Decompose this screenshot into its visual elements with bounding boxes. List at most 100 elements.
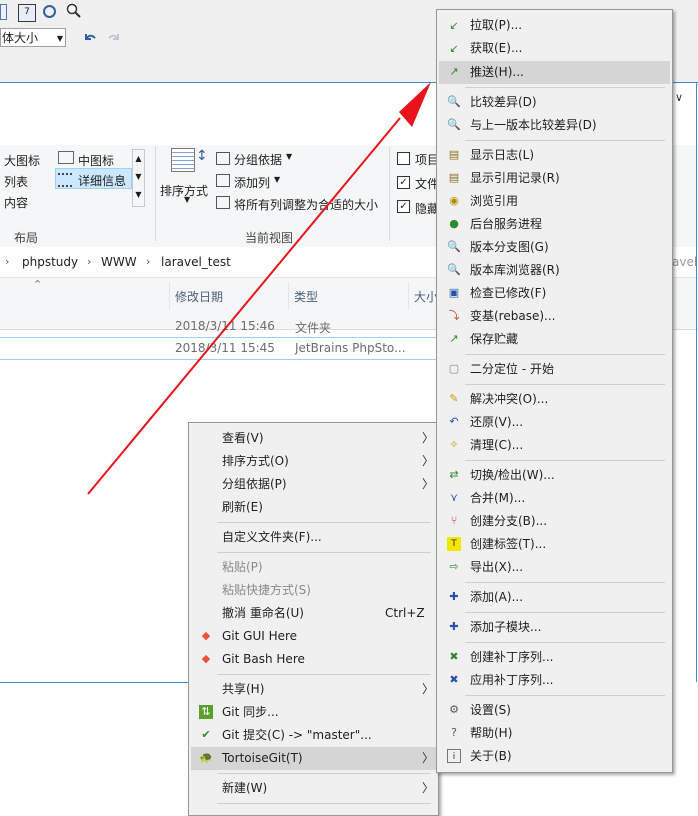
browse-refs-icon: ◉ [449, 194, 459, 207]
menu-item-view[interactable]: 查看(V) [222, 427, 264, 450]
menu-item-check-modifications[interactable]: 检查已修改(F) [470, 282, 546, 305]
apply-patch-icon: ✖ [449, 673, 459, 686]
bisect-icon: ▢ [448, 362, 460, 375]
create-patch-icon: ✖ [449, 650, 459, 663]
menu-separator [465, 460, 665, 461]
menu-item-diff[interactable]: 比较差异(D) [470, 91, 537, 114]
menu-item-browse-refs[interactable]: 浏览引用 [470, 190, 518, 213]
switch-icon: ⇄ [449, 468, 459, 481]
pull-arrow-icon: ↙ [449, 19, 459, 32]
menu-item-push[interactable]: 推送(H)... [470, 61, 524, 84]
daemon-icon: ● [449, 217, 459, 230]
menu-item-customize-folder[interactable]: 自定义文件夹(F)... [222, 526, 322, 549]
revert-icon: ↶ [449, 415, 459, 428]
menu-separator [465, 140, 665, 141]
rebase-icon: ⤵ [448, 309, 460, 322]
check-modifications-icon: ▣ [448, 286, 460, 299]
menu-item-show-log[interactable]: 显示日志(L) [470, 144, 534, 167]
reflog-icon: ▤ [448, 171, 460, 184]
tag-icon: T [447, 537, 461, 551]
menu-item-fetch[interactable]: 获取(E)... [470, 37, 522, 60]
menu-item-share[interactable]: 共享(H) [222, 678, 264, 701]
menu-item-switch-checkout[interactable]: 切换/检出(W)... [470, 464, 555, 487]
menu-item-revert[interactable]: 还原(V)... [470, 411, 523, 434]
menu-item-diff-previous[interactable]: 与上一版本比较差异(D) [470, 114, 597, 137]
menu-item-git-gui[interactable]: Git GUI Here [222, 625, 297, 648]
menu-item-create-patch[interactable]: 创建补丁序列... [470, 646, 553, 669]
settings-icon: ⚙ [449, 703, 459, 716]
menu-item-repo-browser[interactable]: 版本库浏览器(R) [470, 259, 560, 282]
menu-item-settings[interactable]: 设置(S) [470, 699, 511, 722]
menu-item-create-tag[interactable]: 创建标签(T)... [470, 533, 546, 556]
menu-item-stash-save[interactable]: 保存贮藏 [470, 328, 518, 351]
about-icon: i [447, 749, 461, 763]
add-icon: ✚ [449, 590, 459, 603]
submenu-arrow-icon: 〉 [422, 682, 435, 696]
submenu-arrow-icon: 〉 [422, 781, 435, 795]
submenu-arrow-icon: 〉 [422, 431, 435, 445]
revision-graph-icon: 🔍 [447, 240, 461, 253]
menu-item-git-bash[interactable]: Git Bash Here [222, 648, 305, 671]
menu-item-help[interactable]: 帮助(H) [470, 722, 512, 745]
git-bash-icon: ◆ [201, 652, 211, 665]
menu-item-refresh[interactable]: 刷新(E) [222, 496, 263, 519]
submodule-add-icon: ✚ [449, 620, 459, 633]
menu-item-daemon[interactable]: 后台服务进程 [470, 213, 542, 236]
menu-item-merge[interactable]: 合并(M)... [470, 487, 525, 510]
resolve-icon: ✎ [449, 392, 459, 405]
menu-item-undo-rename[interactable]: 撤消 重命名(U) [222, 602, 304, 625]
menu-item-paste-shortcut[interactable]: 粘贴快捷方式(S) [222, 579, 311, 602]
menu-separator [465, 582, 665, 583]
menu-separator [465, 612, 665, 613]
menu-separator [217, 803, 431, 804]
repo-browser-icon: 🔍 [447, 263, 461, 276]
submenu-arrow-icon: 〉 [422, 454, 435, 468]
menu-item-add[interactable]: 添加(A)... [470, 586, 523, 609]
submenu-arrow-icon: 〉 [422, 751, 435, 765]
menu-item-about[interactable]: 关于(B) [470, 745, 512, 768]
menu-separator [217, 552, 431, 553]
push-arrow-icon: ↗ [449, 65, 459, 78]
menu-item-bisect-start[interactable]: 二分定位 - 开始 [470, 358, 554, 381]
undo-shortcut: Ctrl+Z [385, 606, 425, 620]
menu-separator [465, 384, 665, 385]
menu-item-create-branch[interactable]: 创建分支(B)... [470, 510, 547, 533]
cleanup-icon: ✧ [449, 438, 459, 451]
menu-separator [465, 354, 665, 355]
submenu-arrow-icon: 〉 [422, 477, 435, 491]
menu-item-show-reflog[interactable]: 显示引用记录(R) [470, 167, 560, 190]
menu-item-git-commit[interactable]: Git 提交(C) -> "master"... [222, 724, 372, 747]
merge-icon: ⋎ [449, 491, 459, 504]
menu-item-pull[interactable]: 拉取(P)... [470, 14, 522, 37]
menu-item-export[interactable]: 导出(X)... [470, 556, 523, 579]
menu-item-sort-by[interactable]: 排序方式(O) [222, 450, 289, 473]
git-commit-icon: ✔ [201, 728, 211, 741]
help-icon: ? [451, 726, 457, 739]
git-sync-icon: ⇅ [199, 705, 213, 719]
menu-separator [465, 642, 665, 643]
arrow-head [399, 82, 431, 127]
menu-item-new[interactable]: 新建(W) [222, 777, 267, 800]
menu-item-git-sync[interactable]: Git 同步... [222, 701, 279, 724]
menu-item-rebase[interactable]: 变基(rebase)... [470, 305, 555, 328]
menu-separator [465, 87, 665, 88]
menu-item-add-submodule[interactable]: 添加子模块... [470, 616, 541, 639]
menu-item-group-by[interactable]: 分组依据(P) [222, 473, 287, 496]
menu-separator [217, 522, 431, 523]
diff-magnifier-icon: 🔍 [447, 95, 461, 108]
diff-previous-icon: 🔍 [447, 118, 461, 131]
menu-item-revision-graph[interactable]: 版本分支图(G) [470, 236, 549, 259]
menu-item-cleanup[interactable]: 清理(C)... [470, 434, 523, 457]
explorer-context-menu: 查看(V) 〉 排序方式(O) 〉 分组依据(P) 〉 刷新(E) 自定义文件夹… [188, 422, 439, 816]
menu-item-tortoisegit[interactable]: TortoiseGit(T) [222, 747, 303, 770]
branch-icon: ⑂ [450, 514, 458, 527]
export-icon: ⇨ [449, 560, 459, 573]
menu-separator [217, 674, 431, 675]
tortoisegit-icon: 🐢 [199, 751, 213, 764]
menu-separator [217, 773, 431, 774]
fetch-arrow-icon: ↙ [449, 42, 459, 55]
stash-icon: ↗ [449, 332, 459, 345]
menu-item-resolve[interactable]: 解决冲突(O)... [470, 388, 548, 411]
menu-item-paste[interactable]: 粘贴(P) [222, 556, 263, 579]
menu-item-apply-patch[interactable]: 应用补丁序列... [470, 669, 553, 692]
